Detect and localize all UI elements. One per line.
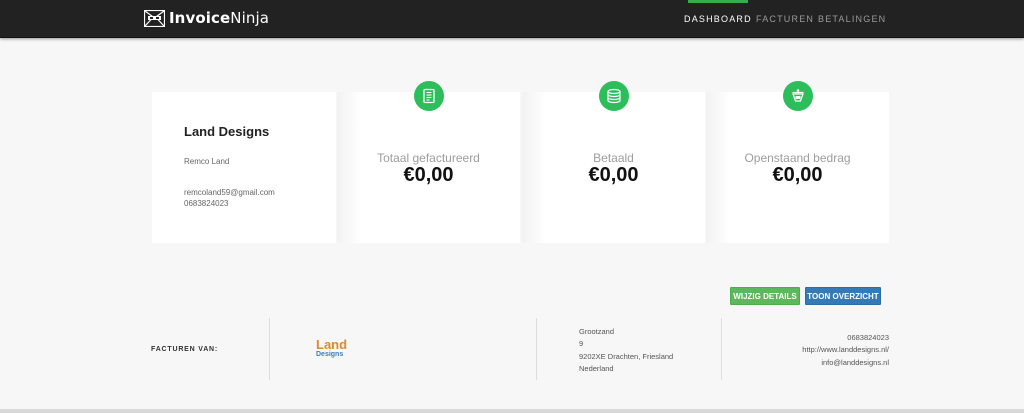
stat-card-paid: Betaald €0,00 <box>522 81 705 243</box>
nav-dashboard-label: DASHBOARD <box>684 14 752 24</box>
company-address: Grootzand 9 9202XE Drachten, Friesland N… <box>579 326 673 375</box>
address-street: Grootzand <box>579 327 615 336</box>
scale-icon <box>782 81 813 111</box>
client-contact-name: Remco Land <box>184 157 230 166</box>
divider <box>721 318 722 380</box>
company-website-link[interactable]: http://www.landdesigns.nl/ <box>802 344 889 356</box>
stat-label: Betaald <box>593 151 634 165</box>
brand-logo[interactable]: InvoiceNinja <box>144 9 269 27</box>
stat-label: Totaal gefactureerd <box>377 151 480 165</box>
brand-name: InvoiceNinja <box>169 9 269 27</box>
invoices-from-label: FACTUREN VAN: <box>151 346 219 353</box>
address-country: Nederland <box>579 363 614 373</box>
divider <box>269 318 270 380</box>
nav-payments[interactable]: BETALINGEN <box>810 0 894 38</box>
logo-text-land: Land <box>316 337 348 352</box>
ninja-logo-icon <box>144 9 165 27</box>
company-email-link[interactable]: info@landdesigns.nl <box>802 357 889 369</box>
logo-text-designs: Designs <box>316 351 344 358</box>
client-phone: 0683824023 <box>184 199 229 208</box>
nav-payments-label: BETALINGEN <box>818 14 887 24</box>
stat-card-total-invoiced: Totaal gefactureerd €0,00 <box>337 81 520 243</box>
top-navbar: InvoiceNinja DASHBOARD FACTUREN BETALING… <box>0 0 1024 38</box>
stat-value: €0,00 <box>588 164 639 186</box>
brand-name-bold: Invoice <box>169 9 231 27</box>
stat-value: €0,00 <box>403 164 454 186</box>
stat-value: €0,00 <box>772 164 823 186</box>
bottom-border <box>0 409 1024 413</box>
nav-invoices-label: FACTUREN <box>756 14 815 24</box>
company-contact: 0683824023 http://www.landdesigns.nl/ in… <box>802 332 889 369</box>
company-phone: 0683824023 <box>847 333 889 342</box>
edit-details-button[interactable]: WIJZIG DETAILS <box>730 287 800 305</box>
client-card: Land Designs Remco Land remcoland59@gmai… <box>152 92 336 243</box>
client-name: Land Designs <box>184 124 270 139</box>
brand-name-light: Ninja <box>230 9 270 27</box>
client-email[interactable]: remcoland59@gmail.com <box>184 187 336 198</box>
invoice-icon <box>413 81 444 111</box>
address-city: 9202XE Drachten, Friesland <box>579 351 674 361</box>
divider <box>536 318 537 380</box>
coins-icon <box>598 81 629 111</box>
stat-label: Openstaand bedrag <box>744 151 851 165</box>
stat-card-outstanding: Openstaand bedrag €0,00 <box>706 81 889 243</box>
company-logo: Land Designs <box>316 338 347 359</box>
address-number: 9 <box>579 339 584 349</box>
view-overview-button[interactable]: TOON OVERZICHT <box>805 287 881 305</box>
